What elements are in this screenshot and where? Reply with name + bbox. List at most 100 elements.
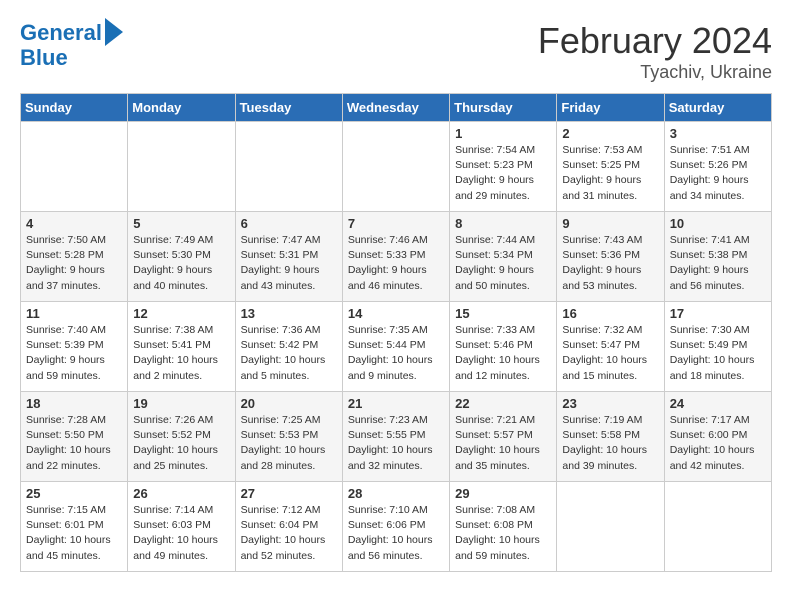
logo: General Blue (20, 20, 123, 70)
day-info: Sunrise: 7:30 AMSunset: 5:49 PMDaylight:… (670, 323, 766, 384)
page-subtitle: Tyachiv, Ukraine (538, 62, 772, 83)
calendar-cell: 11 Sunrise: 7:40 AMSunset: 5:39 PMDayligh… (21, 302, 128, 392)
calendar-cell: 14 Sunrise: 7:35 AMSunset: 5:44 PMDayligh… (342, 302, 449, 392)
day-info: Sunrise: 7:25 AMSunset: 5:53 PMDaylight:… (241, 413, 337, 474)
day-number: 25 (26, 486, 122, 501)
day-number: 26 (133, 486, 229, 501)
day-number: 24 (670, 396, 766, 411)
day-number: 29 (455, 486, 551, 501)
day-number: 20 (241, 396, 337, 411)
page-title: February 2024 (538, 20, 772, 62)
calendar-cell: 4 Sunrise: 7:50 AMSunset: 5:28 PMDaylight… (21, 212, 128, 302)
calendar-cell: 1 Sunrise: 7:54 AMSunset: 5:23 PMDaylight… (450, 122, 557, 212)
day-info: Sunrise: 7:08 AMSunset: 6:08 PMDaylight:… (455, 503, 551, 564)
day-number: 2 (562, 126, 658, 141)
calendar-cell: 10 Sunrise: 7:41 AMSunset: 5:38 PMDayligh… (664, 212, 771, 302)
day-info: Sunrise: 7:23 AMSunset: 5:55 PMDaylight:… (348, 413, 444, 474)
calendar-cell: 15 Sunrise: 7:33 AMSunset: 5:46 PMDayligh… (450, 302, 557, 392)
calendar-cell: 29 Sunrise: 7:08 AMSunset: 6:08 PMDayligh… (450, 482, 557, 572)
calendar-cell: 18 Sunrise: 7:28 AMSunset: 5:50 PMDayligh… (21, 392, 128, 482)
calendar-week-row: 18 Sunrise: 7:28 AMSunset: 5:50 PMDayligh… (21, 392, 772, 482)
day-number: 28 (348, 486, 444, 501)
calendar-cell: 12 Sunrise: 7:38 AMSunset: 5:41 PMDayligh… (128, 302, 235, 392)
calendar-cell: 19 Sunrise: 7:26 AMSunset: 5:52 PMDayligh… (128, 392, 235, 482)
day-info: Sunrise: 7:19 AMSunset: 5:58 PMDaylight:… (562, 413, 658, 474)
calendar-cell: 13 Sunrise: 7:36 AMSunset: 5:42 PMDayligh… (235, 302, 342, 392)
calendar-header-tuesday: Tuesday (235, 94, 342, 122)
day-info: Sunrise: 7:33 AMSunset: 5:46 PMDaylight:… (455, 323, 551, 384)
day-number: 6 (241, 216, 337, 231)
calendar-week-row: 4 Sunrise: 7:50 AMSunset: 5:28 PMDaylight… (21, 212, 772, 302)
day-number: 12 (133, 306, 229, 321)
day-number: 21 (348, 396, 444, 411)
day-info: Sunrise: 7:53 AMSunset: 5:25 PMDaylight:… (562, 143, 658, 204)
day-number: 18 (26, 396, 122, 411)
day-info: Sunrise: 7:14 AMSunset: 6:03 PMDaylight:… (133, 503, 229, 564)
calendar-header-friday: Friday (557, 94, 664, 122)
calendar-week-row: 25 Sunrise: 7:15 AMSunset: 6:01 PMDayligh… (21, 482, 772, 572)
calendar-cell: 22 Sunrise: 7:21 AMSunset: 5:57 PMDayligh… (450, 392, 557, 482)
calendar-cell: 7Sunrise: 7:46 AMSunset: 5:33 PMDaylight… (342, 212, 449, 302)
day-number: 13 (241, 306, 337, 321)
day-info: Sunrise: 7:40 AMSunset: 5:39 PMDaylight:… (26, 323, 122, 384)
calendar-header-monday: Monday (128, 94, 235, 122)
day-number: 16 (562, 306, 658, 321)
day-number: 15 (455, 306, 551, 321)
logo-blue-text: Blue (20, 46, 68, 70)
day-info: Sunrise: 7:32 AMSunset: 5:47 PMDaylight:… (562, 323, 658, 384)
logo-text: General (20, 21, 102, 45)
calendar-cell: 27Sunrise: 7:12 AMSunset: 6:04 PMDayligh… (235, 482, 342, 572)
day-info: Sunrise: 7:17 AMSunset: 6:00 PMDaylight:… (670, 413, 766, 474)
calendar-header-saturday: Saturday (664, 94, 771, 122)
day-info: Sunrise: 7:46 AMSunset: 5:33 PMDaylight:… (348, 233, 444, 294)
day-number: 5 (133, 216, 229, 231)
day-info: Sunrise: 7:28 AMSunset: 5:50 PMDaylight:… (26, 413, 122, 474)
day-number: 19 (133, 396, 229, 411)
calendar-cell (21, 122, 128, 212)
calendar-cell: 21 Sunrise: 7:23 AMSunset: 5:55 PMDayligh… (342, 392, 449, 482)
day-number: 9 (562, 216, 658, 231)
calendar-cell (128, 122, 235, 212)
calendar-cell (342, 122, 449, 212)
calendar-cell: 20 Sunrise: 7:25 AMSunset: 5:53 PMDayligh… (235, 392, 342, 482)
page-header: General Blue February 2024 Tyachiv, Ukra… (20, 20, 772, 83)
day-info: Sunrise: 7:36 AMSunset: 5:42 PMDaylight:… (241, 323, 337, 384)
day-info: Sunrise: 7:15 AMSunset: 6:01 PMDaylight:… (26, 503, 122, 564)
day-number: 11 (26, 306, 122, 321)
day-number: 14 (348, 306, 444, 321)
day-number: 1 (455, 126, 551, 141)
day-info: Sunrise: 7:41 AMSunset: 5:38 PMDaylight:… (670, 233, 766, 294)
calendar-cell (557, 482, 664, 572)
day-info: Sunrise: 7:50 AMSunset: 5:28 PMDaylight:… (26, 233, 122, 294)
calendar-cell: 28Sunrise: 7:10 AMSunset: 6:06 PMDayligh… (342, 482, 449, 572)
day-info: Sunrise: 7:51 AMSunset: 5:26 PMDaylight:… (670, 143, 766, 204)
day-info: Sunrise: 7:21 AMSunset: 5:57 PMDaylight:… (455, 413, 551, 474)
day-info: Sunrise: 7:38 AMSunset: 5:41 PMDaylight:… (133, 323, 229, 384)
calendar-cell: 17 Sunrise: 7:30 AMSunset: 5:49 PMDayligh… (664, 302, 771, 392)
calendar-header-sunday: Sunday (21, 94, 128, 122)
day-number: 3 (670, 126, 766, 141)
calendar-header-thursday: Thursday (450, 94, 557, 122)
day-info: Sunrise: 7:43 AMSunset: 5:36 PMDaylight:… (562, 233, 658, 294)
day-info: Sunrise: 7:49 AMSunset: 5:30 PMDaylight:… (133, 233, 229, 294)
calendar-cell: 8Sunrise: 7:44 AMSunset: 5:34 PMDaylight… (450, 212, 557, 302)
day-info: Sunrise: 7:26 AMSunset: 5:52 PMDaylight:… (133, 413, 229, 474)
calendar-week-row: 11 Sunrise: 7:40 AMSunset: 5:39 PMDayligh… (21, 302, 772, 392)
day-info: Sunrise: 7:54 AMSunset: 5:23 PMDaylight:… (455, 143, 551, 204)
day-number: 10 (670, 216, 766, 231)
calendar-cell (664, 482, 771, 572)
logo-arrow-icon (105, 18, 123, 46)
day-info: Sunrise: 7:35 AMSunset: 5:44 PMDaylight:… (348, 323, 444, 384)
day-number: 4 (26, 216, 122, 231)
calendar-cell: 16 Sunrise: 7:32 AMSunset: 5:47 PMDayligh… (557, 302, 664, 392)
calendar-cell: 6Sunrise: 7:47 AMSunset: 5:31 PMDaylight… (235, 212, 342, 302)
calendar-cell: 23Sunrise: 7:19 AMSunset: 5:58 PMDayligh… (557, 392, 664, 482)
calendar-cell: 26 Sunrise: 7:14 AMSunset: 6:03 PMDayligh… (128, 482, 235, 572)
calendar-header-row: SundayMondayTuesdayWednesdayThursdayFrid… (21, 94, 772, 122)
calendar-cell (235, 122, 342, 212)
day-number: 17 (670, 306, 766, 321)
day-number: 22 (455, 396, 551, 411)
calendar-table: SundayMondayTuesdayWednesdayThursdayFrid… (20, 93, 772, 572)
day-number: 8 (455, 216, 551, 231)
calendar-week-row: 1 Sunrise: 7:54 AMSunset: 5:23 PMDaylight… (21, 122, 772, 212)
